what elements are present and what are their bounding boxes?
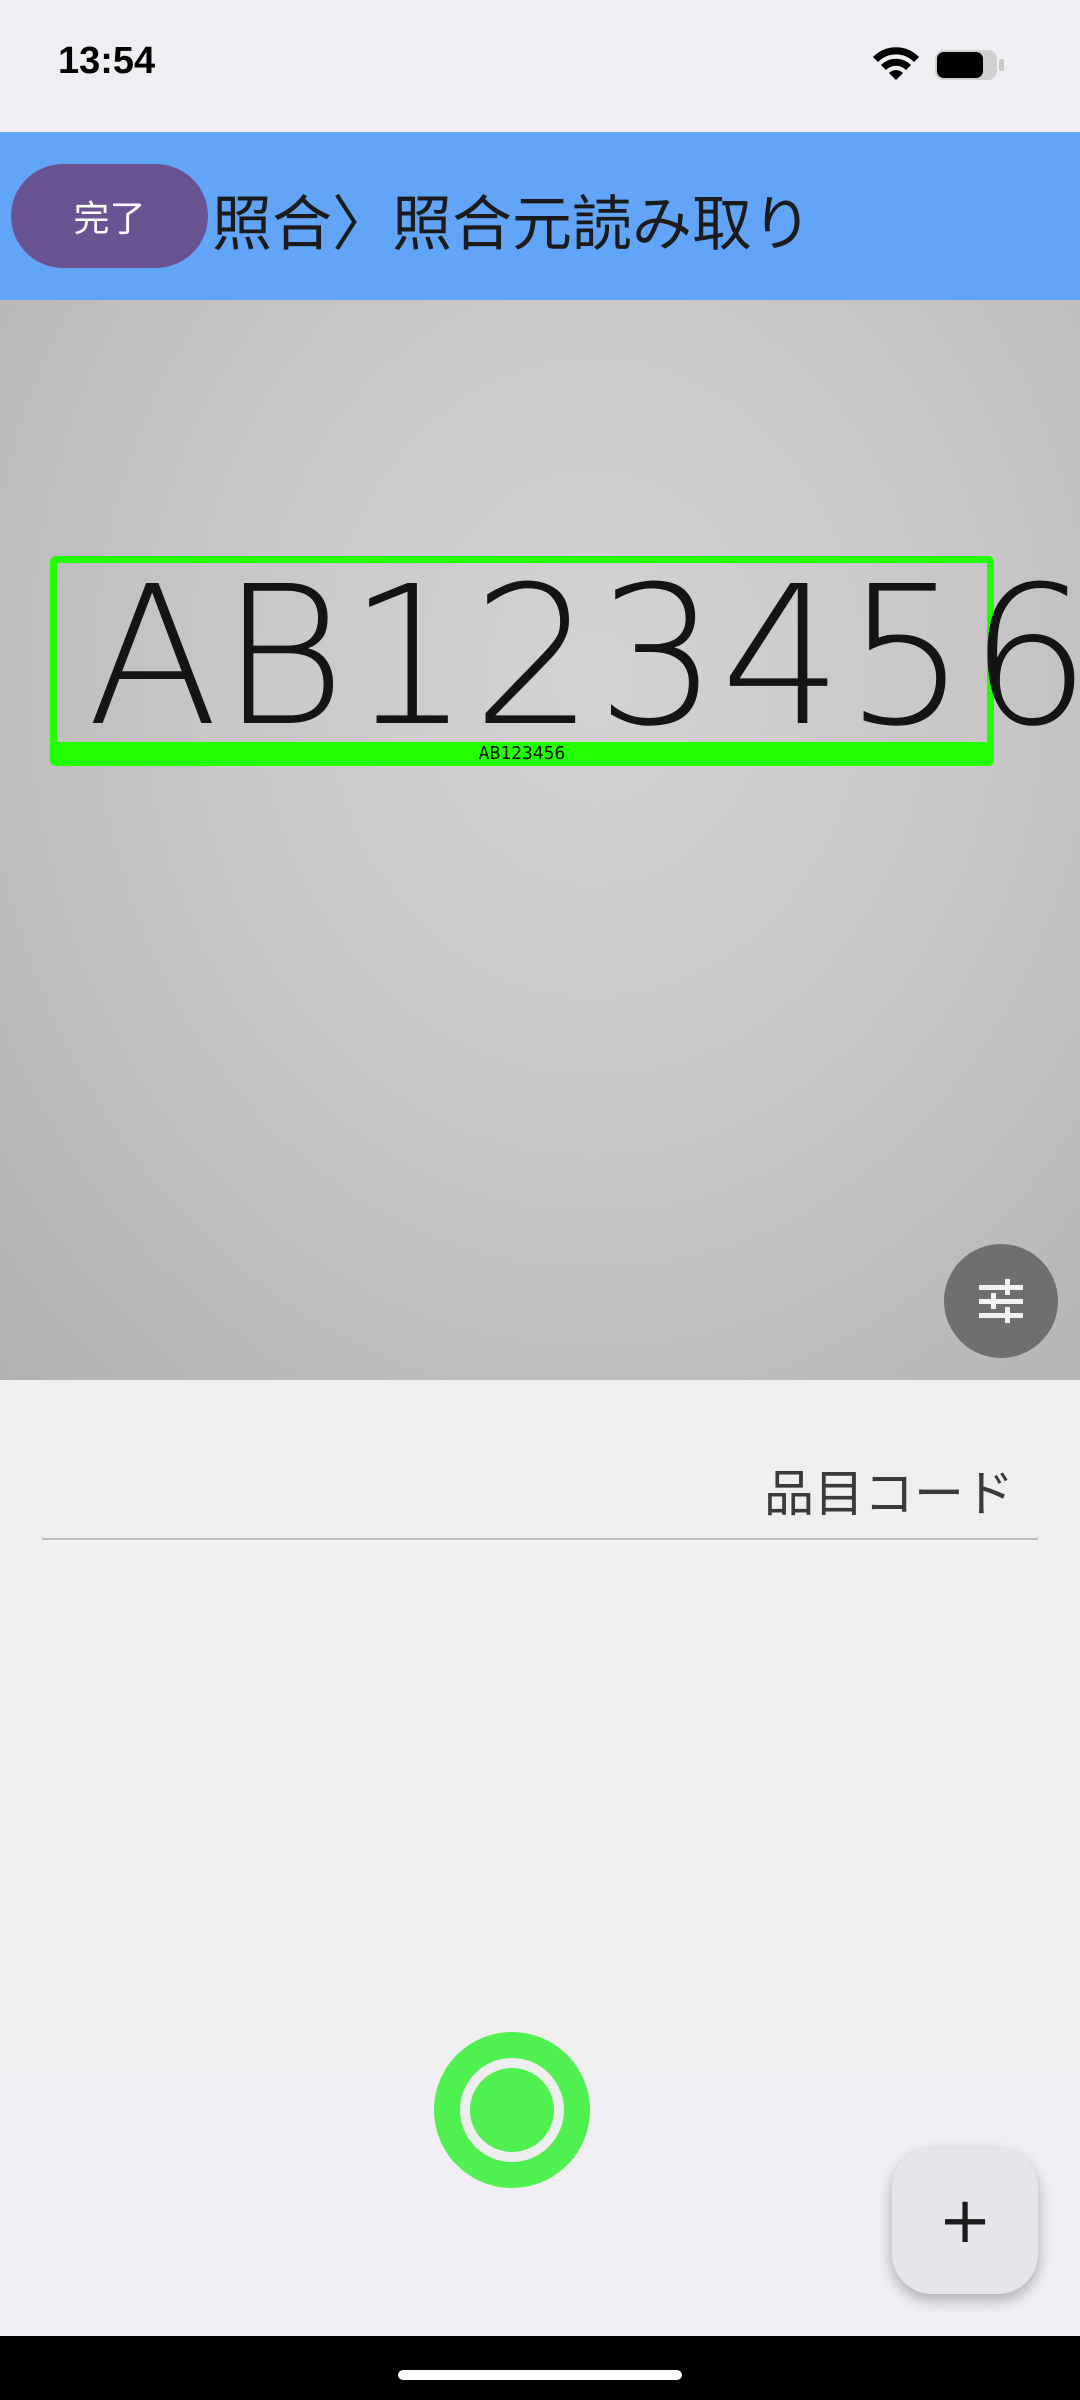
home-indicator[interactable] <box>398 2370 682 2380</box>
camera-preview[interactable]: AB123456 AB123456 <box>0 300 1080 1380</box>
item-code-label: 品目コード <box>764 1465 1014 1523</box>
navigation-bar <box>0 2336 1080 2400</box>
detection-box: AB123456 <box>50 546 1080 769</box>
shutter-ring-icon <box>460 2058 564 2162</box>
done-button[interactable]: 完了 <box>11 164 208 268</box>
settings-button[interactable] <box>944 1244 1058 1358</box>
battery-icon <box>935 50 1004 80</box>
page-title: 照合〉照合元読み取り <box>212 190 812 260</box>
status-time: 13:54 <box>58 40 156 82</box>
form-area: 品目コード <box>0 1380 1080 2070</box>
add-button[interactable]: + <box>892 2148 1038 2294</box>
tune-icon <box>979 1279 1023 1323</box>
shutter-button[interactable] <box>434 2032 590 2188</box>
item-code-field[interactable] <box>42 1538 1038 1540</box>
scanned-text: AB123456 <box>87 546 1080 769</box>
status-bar: 13:54 <box>0 0 1080 132</box>
detection-label: AB123456 <box>50 742 994 766</box>
wifi-icon <box>873 47 919 80</box>
